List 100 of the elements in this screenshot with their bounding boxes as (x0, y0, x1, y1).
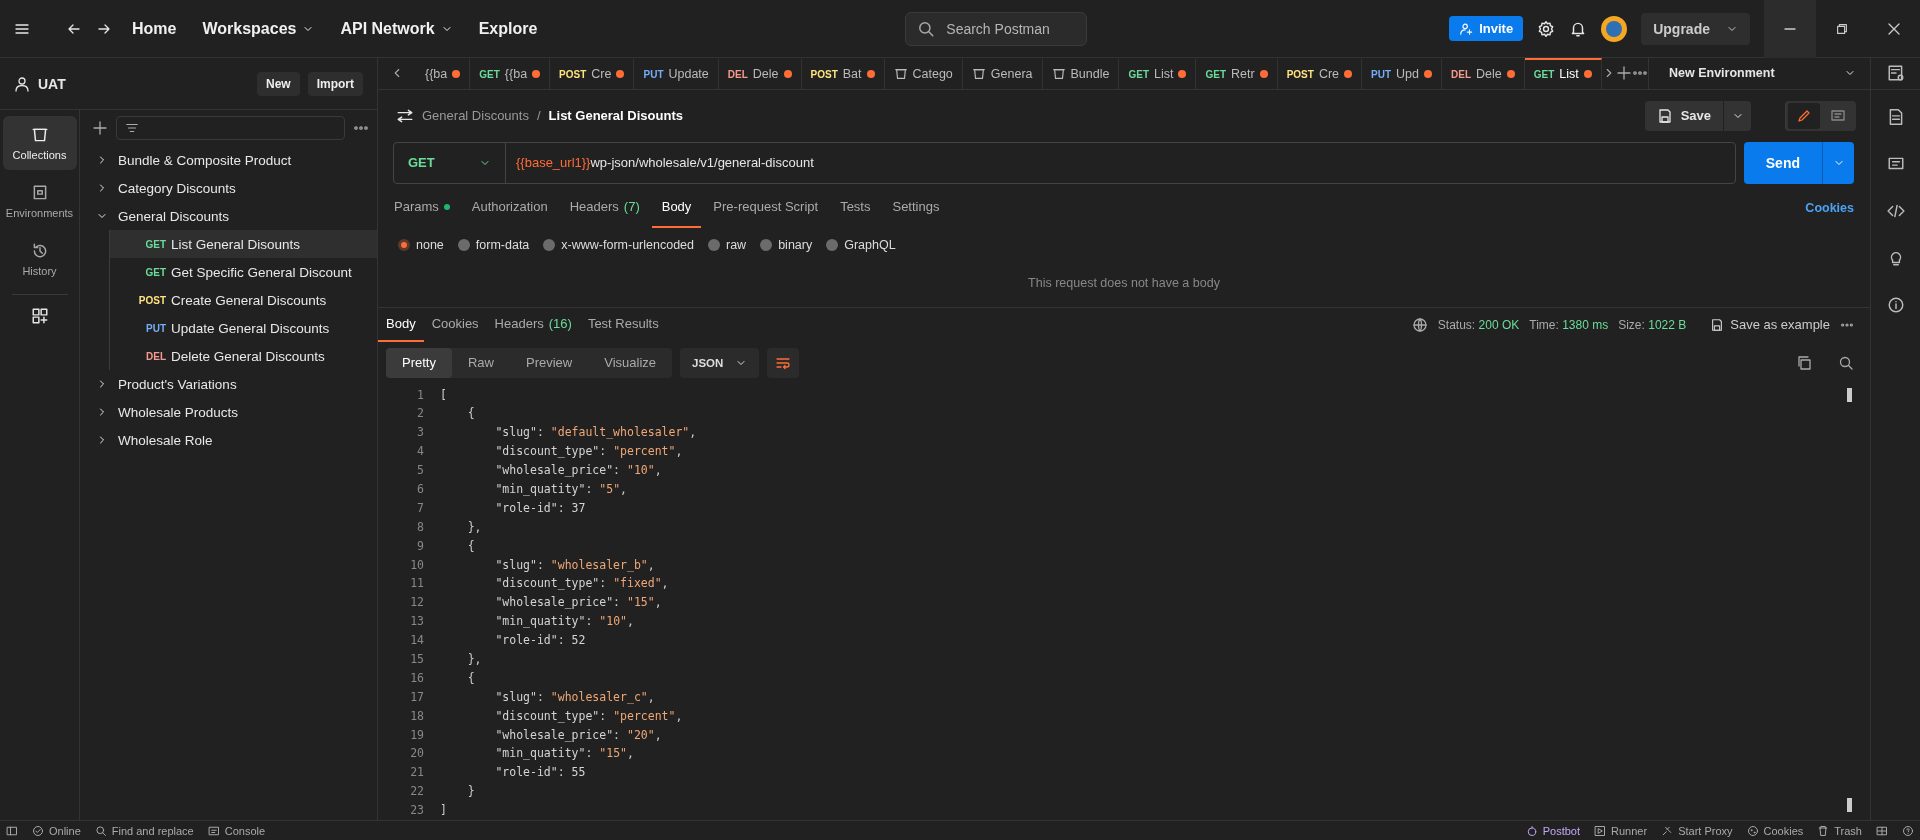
avatar-icon[interactable] (1601, 15, 1628, 42)
status-bar-item[interactable]: Cookies (1746, 824, 1804, 837)
request-option-tab[interactable]: Params (384, 187, 460, 228)
sidebar-tab[interactable]: Collections (2, 116, 77, 170)
request-tab[interactable]: {{ba (416, 58, 471, 89)
collection-icon (893, 67, 908, 82)
save-icon (1710, 317, 1725, 332)
globe-icon[interactable] (1411, 316, 1428, 333)
body-type-radio[interactable]: binary (760, 237, 813, 252)
sidebar-toggle-icon[interactable] (6, 824, 18, 837)
plus-icon[interactable] (92, 120, 108, 136)
copy-icon[interactable] (1796, 354, 1812, 371)
scrollbar-thumb[interactable] (1847, 798, 1852, 812)
line-number: 19 (409, 726, 424, 744)
cookies-link[interactable]: Cookies (1805, 187, 1854, 228)
response-stat: Size: 1022 B (1618, 317, 1687, 332)
scrollbar-thumb[interactable] (1847, 387, 1852, 402)
body-type-radio[interactable]: form-data (457, 237, 530, 252)
method-label: POST (1286, 68, 1314, 80)
line-number: 23 (409, 802, 424, 820)
request-tab[interactable]: GET Retr (1196, 58, 1278, 89)
breadcrumb-link[interactable]: General Discounts (422, 108, 529, 123)
wrap-button[interactable] (767, 347, 800, 378)
status-bar-item[interactable]: Online (32, 824, 81, 837)
plus-icon[interactable] (1616, 65, 1632, 82)
request-option-tab[interactable]: Headers (7) (559, 187, 650, 228)
collection-item[interactable]: Wholesale Products (80, 398, 377, 426)
status-bar-item[interactable]: Trash (1817, 824, 1862, 837)
sidebar-tab[interactable]: Environments (2, 174, 77, 228)
status-bar-item[interactable]: Postbot (1525, 824, 1581, 837)
request-item[interactable]: PUT Update General Discounts (110, 314, 377, 342)
request-tab[interactable]: GET List (1524, 58, 1602, 89)
method-label: DEL (1451, 68, 1471, 80)
body-type-radio[interactable]: x-www-form-urlencoded (543, 237, 694, 252)
restore-icon[interactable] (1835, 21, 1849, 36)
request-item[interactable]: GET List General Disounts (110, 230, 377, 258)
view-mode-tab[interactable]: Visualize (588, 347, 673, 378)
nav-link[interactable]: Workspaces (196, 15, 321, 42)
request-item[interactable]: GET Get Specific General Discount (110, 258, 377, 286)
collection-item[interactable]: Product's Variations (80, 370, 377, 398)
format-dropdown[interactable]: JSON (680, 347, 760, 378)
request-option-tab[interactable]: Settings (882, 187, 950, 228)
line-number: 22 (409, 783, 424, 801)
request-tab[interactable]: POST Cre (550, 58, 635, 89)
request-tab[interactable]: PUT Update (634, 58, 719, 89)
environment-selector[interactable]: New Environment (1648, 58, 1870, 89)
response-tab[interactable]: Test Results (579, 307, 667, 342)
save-as-example-button[interactable]: Save as example (1710, 317, 1830, 332)
request-tab[interactable]: Catego (884, 58, 963, 89)
collection-icon (971, 67, 986, 82)
request-tab[interactable]: PUT Upd (1362, 58, 1442, 89)
request-tab[interactable]: DEL Dele (718, 58, 802, 89)
line-number: 20 (409, 745, 424, 763)
request-tab[interactable]: GET List (1119, 58, 1197, 89)
body-type-radio[interactable]: none (398, 237, 444, 252)
new-button[interactable]: New (256, 71, 300, 96)
body-type-radio[interactable]: raw (708, 237, 747, 252)
request-option-tab[interactable]: Body (651, 187, 702, 228)
request-option-tab[interactable]: Tests (830, 187, 881, 228)
upgrade-button[interactable]: Upgrade (1641, 12, 1750, 45)
layout-icon[interactable] (1876, 824, 1888, 837)
body-type-radio[interactable]: GraphQL (826, 237, 896, 252)
info-icon[interactable] (1886, 295, 1905, 314)
request-item[interactable]: DEL Delete General Discounts (110, 342, 377, 370)
collection-item[interactable]: General Discounts (80, 202, 377, 230)
request-tab[interactable]: Genera (962, 58, 1043, 89)
status-bar-item[interactable]: Runner (1594, 824, 1648, 837)
collection-item[interactable]: Bundle & Composite Product (80, 146, 377, 174)
status-bar-item[interactable]: Console (207, 824, 266, 837)
request-tab[interactable]: POST Cre (1277, 58, 1363, 89)
help-icon[interactable] (1902, 824, 1914, 837)
collection-item[interactable]: Wholesale Role (80, 426, 377, 454)
view-mode-tab[interactable]: Pretty (386, 347, 452, 378)
add-widget-icon[interactable] (30, 307, 49, 325)
status-bar-item[interactable]: Start Proxy (1661, 824, 1733, 837)
response-tab[interactable]: Headers (16) (486, 307, 580, 342)
import-button[interactable]: Import (307, 71, 363, 96)
invite-button[interactable]: Invite (1449, 16, 1524, 41)
request-tab[interactable]: Bundle (1042, 58, 1120, 89)
response-tab[interactable]: Cookies (423, 307, 487, 342)
settings-icon[interactable] (1537, 19, 1556, 38)
request-tab[interactable]: GET {{ba (470, 58, 551, 89)
request-option-tab[interactable]: Authorization (461, 187, 558, 228)
collection-item[interactable]: Category Discounts (80, 174, 377, 202)
response-tab[interactable]: Body (378, 307, 424, 342)
filter-field[interactable] (116, 116, 345, 140)
nav-link[interactable]: API Network (334, 15, 459, 42)
request-item[interactable]: POST Create General Discounts (110, 286, 377, 314)
view-mode-tab[interactable]: Preview (510, 347, 589, 378)
request-option-tab[interactable]: Pre-request Script (703, 187, 829, 228)
sidebar-tab[interactable]: History (2, 232, 77, 286)
search-field[interactable]: Search Postman (905, 11, 1088, 46)
nav-link[interactable]: Home (126, 15, 183, 42)
view-mode-tab[interactable]: Raw (451, 347, 510, 378)
search-icon[interactable] (1838, 354, 1854, 371)
url-field[interactable]: GET {{base_url1}}wp-json/wholesale/v1/general-discount (393, 141, 1736, 184)
nav-link[interactable]: Explore (472, 15, 544, 42)
status-bar-item[interactable]: Find and replace (94, 824, 194, 837)
request-tab[interactable]: DEL Dele (1442, 58, 1525, 89)
request-tab[interactable]: POST Bat (801, 58, 885, 89)
